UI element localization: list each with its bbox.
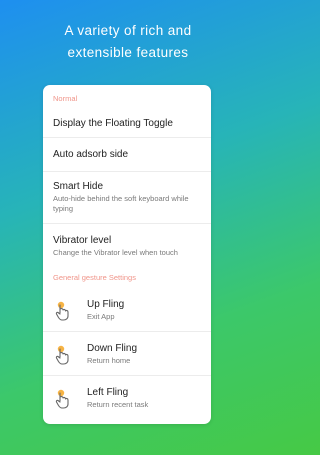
setting-vibrator-level[interactable]: Vibrator level Change the Vibrator level… bbox=[43, 224, 211, 268]
gesture-description: Return recent task bbox=[87, 400, 149, 409]
setting-title: Vibrator level bbox=[53, 234, 112, 246]
setting-display-floating-toggle[interactable]: Display the Floating Toggle bbox=[43, 113, 211, 138]
hand-pointer-icon bbox=[55, 301, 69, 321]
headline-line-2: extensible features bbox=[67, 45, 189, 60]
gesture-description: Exit App bbox=[87, 311, 115, 321]
gesture-title: Up Fling bbox=[87, 298, 125, 310]
gesture-down-fling[interactable]: Down Fling Return home bbox=[43, 332, 211, 376]
setting-title: Smart Hide bbox=[53, 181, 104, 192]
headline-line-1: A variety of rich and bbox=[64, 23, 192, 38]
gesture-up-fling[interactable]: Up Fling Exit App bbox=[43, 288, 211, 332]
gesture-description: Return home bbox=[87, 355, 131, 365]
headline: A variety of rich and extensible feature… bbox=[0, 20, 256, 64]
setting-auto-adsorb-side[interactable]: Auto adsorb side bbox=[43, 138, 211, 172]
setting-title: Display the Floating Toggle bbox=[53, 117, 173, 129]
setting-smart-hide[interactable]: Smart Hide Auto-hide behind the soft key… bbox=[43, 172, 211, 224]
gesture-title: Left Fling bbox=[87, 387, 129, 398]
setting-title: Auto adsorb side bbox=[53, 149, 129, 160]
section-label-normal: Normal bbox=[53, 94, 78, 103]
setting-description: Change the Vibrator level when touch bbox=[53, 247, 178, 257]
gesture-title: Down Fling bbox=[87, 342, 138, 354]
gesture-left-fling[interactable]: Left Fling Return recent task bbox=[43, 376, 211, 420]
hand-pointer-icon bbox=[55, 345, 69, 365]
settings-card: Normal Display the Floating Toggle Auto … bbox=[43, 85, 211, 424]
hand-pointer-icon bbox=[55, 389, 69, 409]
setting-description: Auto-hide behind the soft keyboard while… bbox=[53, 194, 189, 213]
section-label-gesture: General gesture Settings bbox=[53, 273, 136, 282]
